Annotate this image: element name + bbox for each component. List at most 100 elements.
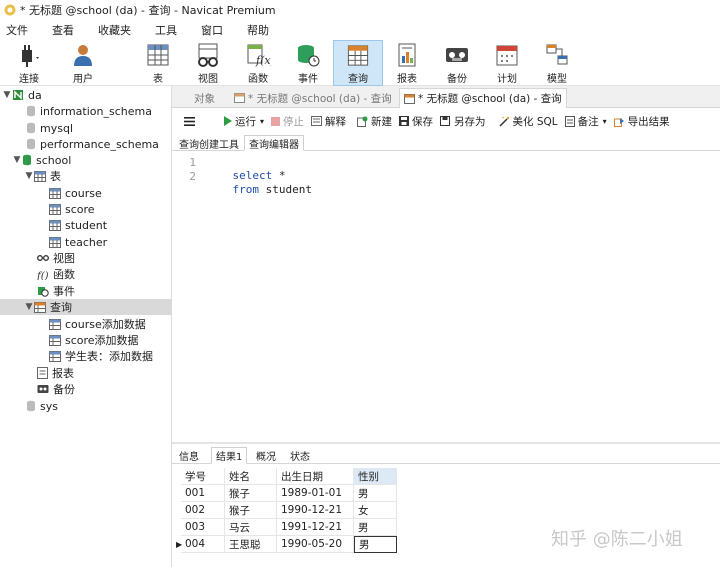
menu-hamburger-icon[interactable] (184, 116, 195, 126)
report-label: 报表 (397, 74, 417, 85)
save-as-button[interactable]: 另存为 (440, 114, 486, 129)
table-icon (49, 187, 61, 199)
collapse-arrow-icon[interactable]: ▼ (24, 302, 34, 312)
functions-label: 函数 (53, 268, 75, 281)
tab-query-1[interactable]: * 无标题 @school (da) - 查询 (230, 88, 396, 108)
save-button[interactable]: 保存 (399, 114, 433, 129)
tree-tables-group[interactable]: ▼ 表 (24, 168, 61, 184)
table-label: course (65, 186, 102, 200)
tree-db-mysql[interactable]: mysql (26, 120, 73, 136)
collapse-arrow-icon[interactable]: ▼ (12, 155, 22, 165)
tree-table-course[interactable]: course (49, 185, 102, 201)
table-cell-active[interactable]: 男 (354, 536, 397, 553)
tab-result-1[interactable]: 结果1 (211, 447, 248, 464)
tree-reports-group[interactable]: 报表 (37, 365, 74, 381)
stop-button[interactable]: 停止 (271, 114, 304, 129)
table-cell[interactable]: 男 (354, 485, 397, 502)
tree-table-score[interactable]: score (49, 201, 95, 217)
tree-query-item[interactable]: 学生表：添加数据 (49, 348, 153, 364)
table-row[interactable]: 001 猴子 1989-01-01 男 (172, 485, 397, 502)
collapse-arrow-icon[interactable]: ▼ (24, 171, 34, 181)
explain-button[interactable]: 解释 (311, 114, 346, 129)
schedule-button[interactable]: 计划 (484, 40, 530, 86)
table-cell[interactable]: 马云 (225, 519, 277, 536)
note-button[interactable]: 备注 ▾ (564, 114, 607, 129)
tree-queries-group[interactable]: ▼ 查询 (0, 299, 171, 315)
table-row[interactable]: 002 猴子 1990-12-21 女 (172, 502, 397, 519)
table-row[interactable]: ▶ 004 王思聪 1990-05-20 男 (172, 536, 397, 553)
column-header[interactable]: 性别 (354, 468, 397, 485)
table-row[interactable]: 003 马云 1991-12-21 男 (172, 519, 397, 536)
beautify-sql-button[interactable]: 美化 SQL (498, 114, 558, 129)
table-cell[interactable]: 001 (181, 485, 225, 502)
table-cell[interactable]: 1990-12-21 (277, 502, 354, 519)
table-cell[interactable]: 男 (354, 519, 397, 536)
table-cell[interactable]: 猴子 (225, 485, 277, 502)
tree-functions-group[interactable]: f() 函数 (37, 266, 75, 282)
grid-header-row: 学号 姓名 出生日期 性别 (172, 468, 397, 485)
model-button[interactable]: 模型 (534, 40, 580, 86)
menu-tools[interactable]: 工具 (149, 22, 187, 38)
plug-icon (22, 45, 39, 67)
table-icon (49, 219, 61, 231)
tab-objects[interactable]: 对象 (190, 88, 219, 108)
note-dropdown-icon[interactable]: ▾ (603, 117, 607, 126)
tree-db-school[interactable]: ▼ school (12, 152, 72, 168)
menu-favorites[interactable]: 收藏夹 (92, 22, 141, 38)
collapse-arrow-icon[interactable]: ▼ (2, 90, 12, 100)
tab-query-builder[interactable]: 查询创建工具 (175, 135, 243, 151)
column-header[interactable]: 学号 (181, 468, 225, 485)
tree-db-information-schema[interactable]: information_schema (26, 103, 152, 119)
tree-connection-da[interactable]: ▼ da (2, 87, 42, 103)
window-title: * 无标题 @school (da) - 查询 - Navicat Premiu… (20, 4, 276, 17)
table-cell[interactable]: 女 (354, 502, 397, 519)
new-button[interactable]: 新建 (357, 114, 392, 129)
tree-query-item[interactable]: score添加数据 (49, 332, 139, 348)
column-header[interactable]: 姓名 (225, 468, 277, 485)
report-button[interactable]: 报表 (384, 40, 430, 86)
menu-window[interactable]: 窗口 (195, 22, 233, 38)
table-cell[interactable]: 猴子 (225, 502, 277, 519)
function-button[interactable]: f(x) 函数 (235, 40, 281, 86)
table-cell[interactable]: 003 (181, 519, 225, 536)
tab-query-2[interactable]: * 无标题 @school (da) - 查询 (399, 88, 567, 108)
table-button[interactable]: 表 (135, 40, 181, 86)
user-button[interactable]: 用户 (60, 40, 106, 86)
table-cell[interactable]: 002 (181, 502, 225, 519)
tree-events-group[interactable]: 事件 (37, 283, 75, 299)
reports-label: 报表 (52, 367, 74, 380)
line-number: 1 (189, 156, 196, 169)
splitter-handle[interactable] (172, 442, 720, 444)
tree-db-sys[interactable]: sys (26, 398, 58, 414)
sql-editor[interactable]: 1 2 select * from student (172, 152, 720, 442)
menu-file[interactable]: 文件 (0, 22, 38, 38)
column-header[interactable]: 出生日期 (277, 468, 354, 485)
tab-overview[interactable]: 概况 (252, 447, 280, 464)
event-button[interactable]: 事件 (285, 40, 331, 86)
run-button[interactable]: 运行 ▾ (223, 114, 264, 129)
tree-query-item[interactable]: course添加数据 (49, 316, 146, 332)
export-icon (613, 117, 624, 127)
table-cell[interactable]: 王思聪 (225, 536, 277, 553)
tree-db-performance-schema[interactable]: performance_schema (26, 136, 159, 152)
connect-button[interactable]: 连接 (6, 40, 52, 86)
tab-info[interactable]: 信息 (175, 447, 203, 464)
export-result-button[interactable]: 导出结果 (613, 114, 670, 129)
view-button[interactable]: 视图 (185, 40, 231, 86)
table-cell[interactable]: 1990-05-20 (277, 536, 354, 553)
query-button[interactable]: 查询 (333, 40, 383, 86)
tree-table-teacher[interactable]: teacher (49, 234, 107, 250)
tree-table-student[interactable]: student (49, 217, 107, 233)
backup-button[interactable]: 备份 (434, 40, 480, 86)
tab-status[interactable]: 状态 (286, 447, 314, 464)
stop-icon (271, 116, 281, 126)
menu-help[interactable]: 帮助 (241, 22, 279, 38)
table-cell[interactable]: 004 (181, 536, 225, 553)
tree-backups-group[interactable]: 备份 (37, 381, 75, 397)
table-cell[interactable]: 1989-01-01 (277, 485, 354, 502)
tab-query-editor[interactable]: 查询编辑器 (244, 135, 304, 151)
run-dropdown-icon[interactable]: ▾ (260, 117, 264, 126)
menu-view[interactable]: 查看 (46, 22, 84, 38)
tree-views-group[interactable]: 视图 (37, 250, 75, 266)
table-cell[interactable]: 1991-12-21 (277, 519, 354, 536)
